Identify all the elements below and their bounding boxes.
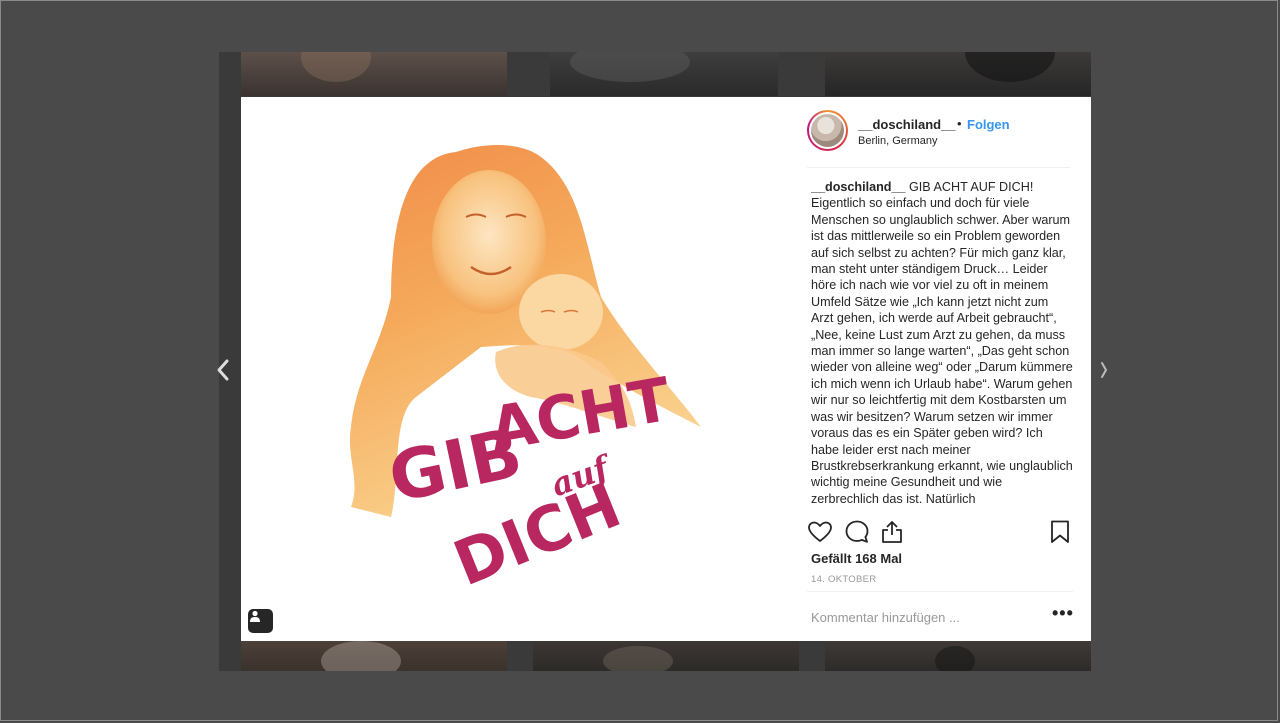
- watercolor-illustration: GIB ACHT auf DICH: [349, 145, 701, 600]
- share-icon[interactable]: [879, 519, 905, 545]
- bookmark-icon[interactable]: [1047, 519, 1073, 545]
- post-date: 14. OKTOBER: [811, 574, 877, 585]
- chevron-left-icon[interactable]: [213, 357, 235, 383]
- user-tag-icon[interactable]: [248, 609, 273, 633]
- separator-dot: •: [957, 116, 962, 131]
- post-caption: __doschiland__ GIB ACHT AUF DICH! Eigent…: [811, 179, 1073, 512]
- location-link[interactable]: Berlin, Germany: [858, 135, 937, 147]
- heart-icon[interactable]: [807, 519, 833, 545]
- grid-thumbnail[interactable]: [241, 52, 507, 96]
- divider: [807, 591, 1073, 592]
- username-link[interactable]: __doschiland__: [858, 117, 956, 132]
- comment-input[interactable]: [811, 606, 1041, 628]
- divider: [807, 167, 1070, 168]
- grid-thumbnail[interactable]: [550, 52, 778, 96]
- grid-thumbnail[interactable]: [825, 52, 1091, 96]
- grid-thumbnail[interactable]: [241, 641, 507, 671]
- comment-icon[interactable]: [844, 519, 870, 545]
- avatar[interactable]: [807, 110, 848, 151]
- action-bar: [807, 517, 1073, 547]
- post-header: __doschiland__ • Folgen Berlin, Germany: [785, 97, 1091, 167]
- like-count[interactable]: Gefällt 168 Mal: [811, 551, 902, 566]
- chevron-right-icon[interactable]: [1099, 357, 1109, 383]
- follow-button[interactable]: Folgen: [967, 117, 1010, 132]
- caption-text: GIB ACHT AUF DICH! Eigentlich so einfach…: [811, 180, 1073, 506]
- grid-thumbnail[interactable]: [533, 641, 799, 671]
- more-options-button[interactable]: •••: [1052, 603, 1074, 624]
- grid-thumbnail[interactable]: [825, 641, 1091, 671]
- post-sidebar: __doschiland__ • Folgen Berlin, Germany …: [785, 97, 1091, 641]
- caption-username[interactable]: __doschiland__: [811, 180, 906, 194]
- post-modal: GIB ACHT auf DICH __doschiland__ • Folge…: [241, 97, 1091, 641]
- post-image[interactable]: GIB ACHT auf DICH: [241, 97, 785, 641]
